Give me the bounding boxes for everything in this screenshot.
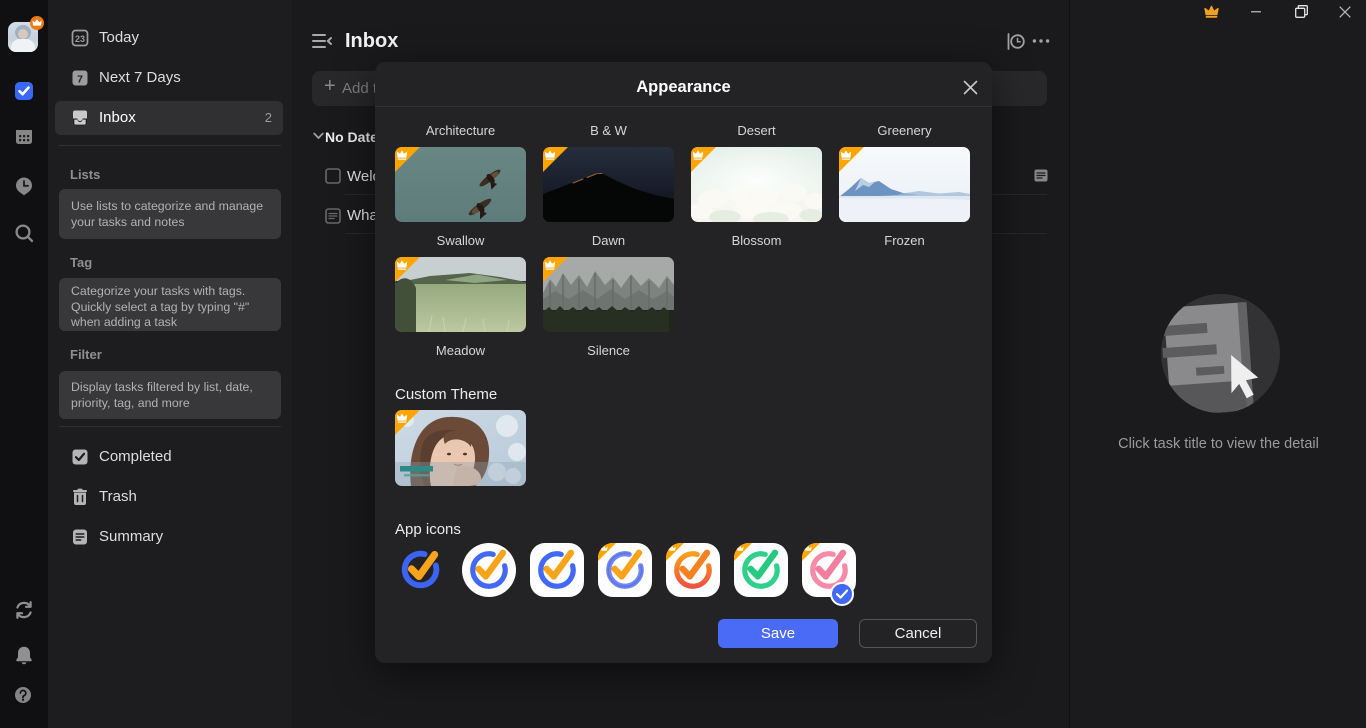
svg-text:23: 23 <box>75 34 85 44</box>
svg-text:7: 7 <box>77 74 83 86</box>
